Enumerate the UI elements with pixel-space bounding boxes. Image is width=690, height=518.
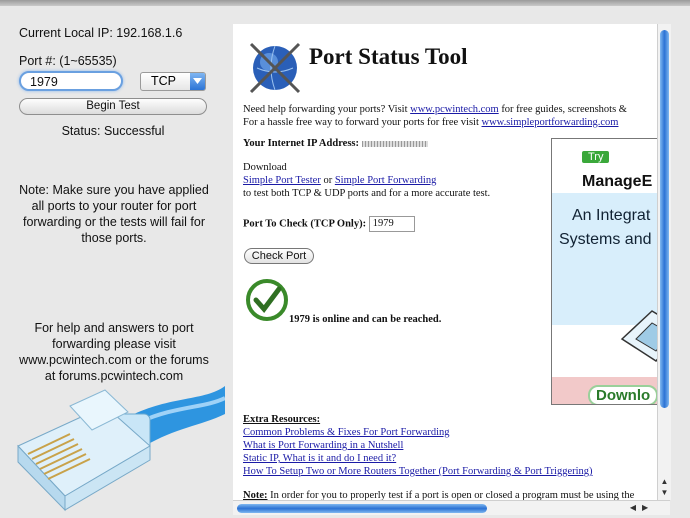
ad-headline: ManageE [582, 173, 653, 190]
local-ip-label: Current Local IP: 192.168.1.6 [19, 26, 183, 40]
check-port-button[interactable]: Check Port [244, 248, 314, 264]
intro-text-2: For a hassle free way to forward your po… [243, 117, 482, 128]
intro-line-2: For a hassle free way to forward your po… [243, 117, 618, 128]
internet-ip-label: Your Internet IP Address: [243, 138, 428, 149]
intro-text-tail: for free guides, screenshots & [498, 104, 627, 115]
or-text: or [320, 175, 335, 186]
download-label: Download [243, 162, 287, 173]
simple-port-tester-link[interactable]: Simple Port Tester [243, 175, 321, 186]
checkmark-icon [246, 279, 288, 321]
horizontal-scroll-thumb[interactable] [237, 504, 487, 513]
ad-line-3: Systems and [559, 231, 652, 248]
router-note: Note: Make sure you have applied all por… [19, 183, 209, 245]
vertical-scrollbar[interactable]: ▲ ▼ [657, 24, 671, 500]
computer-illustration-icon [620, 310, 657, 362]
result-text: 1979 is online and can be reached. [289, 314, 442, 325]
port-input[interactable]: 1979 [19, 71, 123, 91]
status-text: Status: Successful [61, 124, 165, 138]
bottom-note: Note: In order for you to properly test … [243, 490, 634, 500]
advertisement[interactable]: Try ManageE An Integrat Systems and Down… [551, 138, 657, 405]
internet-ip-text: Your Internet IP Address: [243, 138, 359, 149]
ad-line-2: An Integrat [572, 207, 651, 224]
note-text: In order for you to properly test if a p… [267, 490, 635, 500]
left-panel: Current Local IP: 192.168.1.6 Port #: (1… [0, 6, 232, 518]
extra-resources-title: Extra Resources: [243, 414, 321, 425]
resource-link-2[interactable]: What is Port Forwarding in a Nutshell [243, 440, 403, 451]
resource-link-3[interactable]: Static IP, What is it and do I need it? [243, 453, 396, 464]
download-links: Simple Port Tester or Simple Port Forwar… [243, 175, 436, 186]
page-title: Port Status Tool [309, 44, 468, 69]
note-label: Note: [243, 490, 268, 500]
port-check-label: Port To Check (TCP Only): [243, 218, 367, 230]
port-check-row: Port To Check (TCP Only): 1979 [243, 216, 415, 232]
simpleportforwarding-link[interactable]: www.simpleportforwarding.com [482, 117, 619, 128]
vertical-scroll-thumb[interactable] [660, 30, 669, 408]
scroll-arrows-horizontal-icon[interactable]: ◀▶ [628, 501, 656, 515]
ip-obscured [361, 140, 428, 147]
intro-line-1: Need help forwarding your ports? Visit w… [243, 104, 627, 115]
resource-link-4[interactable]: How To Setup Two or More Routers Togethe… [243, 466, 593, 477]
dropdown-arrow-icon[interactable] [190, 73, 205, 90]
intro-text: Need help forwarding your ports? Visit [243, 104, 411, 115]
help-text: For help and answers to port forwarding … [19, 321, 209, 383]
port-check-input[interactable]: 1979 [368, 216, 415, 232]
ethernet-cable-icon [17, 386, 225, 512]
simple-port-forwarding-link[interactable]: Simple Port Forwarding [335, 175, 437, 186]
port-range-label: Port #: (1~65535) [19, 54, 117, 68]
protocol-select[interactable]: TCP [140, 72, 206, 91]
web-content-pane: Port Status Tool Need help forwarding yo… [233, 24, 657, 500]
begin-test-button[interactable]: Begin Test [19, 98, 207, 115]
globe-logo-icon [249, 42, 301, 94]
protocol-value: TCP [151, 74, 176, 88]
ad-try-badge: Try [582, 151, 610, 163]
horizontal-scrollbar[interactable]: ◀▶ [233, 500, 670, 515]
resource-link-1[interactable]: Common Problems & Fixes For Port Forward… [243, 427, 450, 438]
scroll-arrows-vertical-icon[interactable]: ▲ ▼ [658, 476, 671, 500]
pcwintech-link[interactable]: www.pcwintech.com [410, 104, 499, 115]
ad-download-button[interactable]: Downlo [588, 385, 657, 404]
download-tail: to test both TCP & UDP ports and for a m… [243, 188, 491, 199]
